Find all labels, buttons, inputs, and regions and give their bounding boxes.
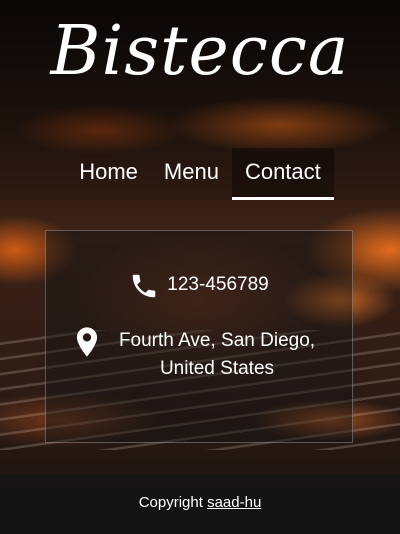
phone-icon xyxy=(129,271,159,306)
phone-number[interactable]: 123-456789 xyxy=(167,271,268,299)
author-link[interactable]: saad-hu xyxy=(207,494,261,511)
copyright-label: Copyright xyxy=(138,494,203,511)
contact-card: 123-456789 Fourth Ave, San Diego, United… xyxy=(45,230,353,443)
address-row: Fourth Ave, San Diego, United States xyxy=(46,327,352,383)
nav-item-contact[interactable]: Contact xyxy=(231,148,334,200)
address-text: Fourth Ave, San Diego, United States xyxy=(118,330,316,379)
nav-item-home[interactable]: Home xyxy=(66,148,151,200)
footer: Copyright saad-hu xyxy=(0,494,400,511)
main-nav: Home Menu Contact xyxy=(0,148,400,200)
phone-row: 123-456789 xyxy=(46,271,352,306)
brand-logo[interactable]: Bistecca xyxy=(0,12,400,92)
map-pin-icon xyxy=(76,327,98,362)
page: Bistecca Home Menu Contact 123-456789 Fo… xyxy=(0,0,400,534)
nav-item-menu[interactable]: Menu xyxy=(151,148,232,200)
